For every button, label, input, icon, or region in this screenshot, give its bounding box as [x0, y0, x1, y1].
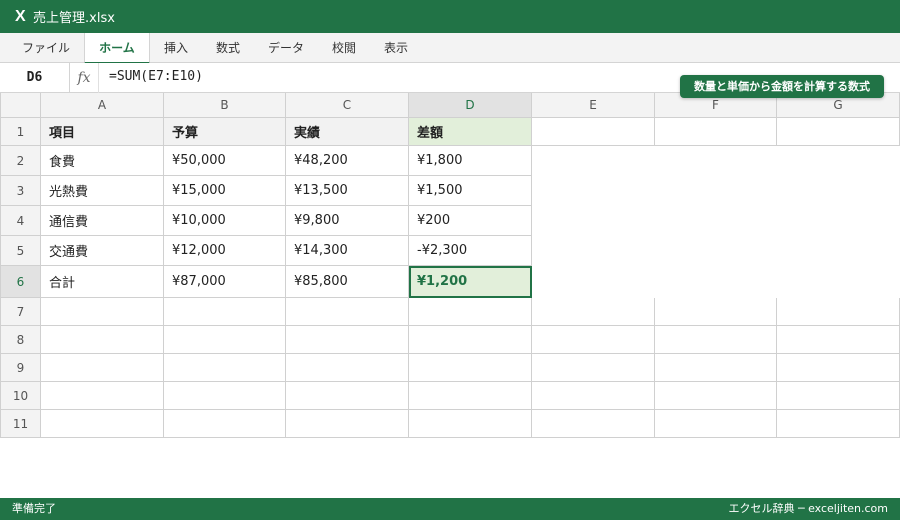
cell-a9[interactable]: [41, 354, 164, 382]
cell-c6[interactable]: ¥85,800: [286, 266, 409, 298]
cell-d4[interactable]: ¥200: [409, 206, 532, 236]
cell-e10[interactable]: [532, 382, 655, 410]
cell-c1[interactable]: 実績: [286, 118, 409, 146]
cell-f11[interactable]: [655, 410, 777, 438]
cell-c8[interactable]: [286, 326, 409, 354]
cell-a6[interactable]: 合計: [41, 266, 164, 298]
ribbon-tabs: ファイル ホーム 挿入 数式 データ 校閲 表示: [0, 33, 900, 64]
cell-a2[interactable]: 食費: [41, 146, 164, 176]
cell-a1[interactable]: 項目: [41, 118, 164, 146]
cell-a4[interactable]: 通信費: [41, 206, 164, 236]
cell-d3[interactable]: ¥1,500: [409, 176, 532, 206]
column-header-c[interactable]: C: [286, 93, 409, 118]
row-header-4[interactable]: 4: [0, 206, 41, 236]
name-box[interactable]: D6: [0, 63, 70, 93]
cell-b5[interactable]: ¥12,000: [164, 236, 286, 266]
row-header-9[interactable]: 9: [0, 354, 41, 382]
cell-d6-selected[interactable]: ¥1,200: [409, 266, 532, 298]
cell-g9[interactable]: [777, 354, 900, 382]
row-header-6[interactable]: 6: [0, 266, 41, 298]
cell-b4[interactable]: ¥10,000: [164, 206, 286, 236]
status-bar: 準備完了 エクセル辞典 ─ exceljiten.com: [0, 498, 900, 520]
cell-g7[interactable]: [777, 298, 900, 326]
cell-d10[interactable]: [409, 382, 532, 410]
column-header-b[interactable]: B: [164, 93, 286, 118]
cell-e1[interactable]: [532, 118, 655, 146]
cell-g10[interactable]: [777, 382, 900, 410]
cell-f9[interactable]: [655, 354, 777, 382]
cell-b8[interactable]: [164, 326, 286, 354]
cell-a10[interactable]: [41, 382, 164, 410]
cell-b1[interactable]: 予算: [164, 118, 286, 146]
cell-f1[interactable]: [655, 118, 777, 146]
row-header-2[interactable]: 2: [0, 146, 41, 176]
tab-formulas[interactable]: 数式: [202, 33, 254, 63]
cell-d1[interactable]: 差額: [409, 118, 532, 146]
cell-f7[interactable]: [655, 298, 777, 326]
cell-d8[interactable]: [409, 326, 532, 354]
row-header-7[interactable]: 7: [0, 298, 41, 326]
cell-a8[interactable]: [41, 326, 164, 354]
cell-d5[interactable]: -¥2,300: [409, 236, 532, 266]
status-ready: 準備完了: [12, 502, 56, 515]
cell-b10[interactable]: [164, 382, 286, 410]
cell-f10[interactable]: [655, 382, 777, 410]
cell-d11[interactable]: [409, 410, 532, 438]
cell-g8[interactable]: [777, 326, 900, 354]
cell-e8[interactable]: [532, 326, 655, 354]
tab-insert[interactable]: 挿入: [150, 33, 202, 63]
function-icon[interactable]: fx: [70, 63, 99, 93]
formula-input[interactable]: =SUM(E7:E10): [109, 63, 203, 93]
row-header-3[interactable]: 3: [0, 176, 41, 206]
cell-c5[interactable]: ¥14,300: [286, 236, 409, 266]
cell-c2[interactable]: ¥48,200: [286, 146, 409, 176]
cell-c11[interactable]: [286, 410, 409, 438]
select-all-corner[interactable]: [0, 93, 41, 118]
cell-b7[interactable]: [164, 298, 286, 326]
tab-view[interactable]: 表示: [370, 33, 422, 63]
row-header-10[interactable]: 10: [0, 382, 41, 410]
cell-a5[interactable]: 交通費: [41, 236, 164, 266]
cell-b2[interactable]: ¥50,000: [164, 146, 286, 176]
cell-b9[interactable]: [164, 354, 286, 382]
cell-c9[interactable]: [286, 354, 409, 382]
excel-logo-icon: X: [15, 7, 26, 25]
annotation-callout: 数量と単価から金額を計算する数式: [680, 75, 884, 98]
cell-c3[interactable]: ¥13,500: [286, 176, 409, 206]
row-header-8[interactable]: 8: [0, 326, 41, 354]
cell-b6[interactable]: ¥87,000: [164, 266, 286, 298]
tab-data[interactable]: データ: [254, 33, 318, 63]
cell-e7[interactable]: [532, 298, 655, 326]
column-header-d[interactable]: D: [409, 93, 532, 118]
column-header-e[interactable]: E: [532, 93, 655, 118]
window-title: 売上管理.xlsx: [33, 11, 115, 26]
cell-c4[interactable]: ¥9,800: [286, 206, 409, 236]
cell-g1[interactable]: [777, 118, 900, 146]
row-header-1[interactable]: 1: [0, 118, 41, 146]
title-bar: X 売上管理.xlsx: [0, 0, 900, 33]
cell-d2[interactable]: ¥1,800: [409, 146, 532, 176]
tab-home[interactable]: ホーム: [84, 33, 150, 64]
status-credit: エクセル辞典 ─ exceljiten.com: [728, 502, 888, 515]
cell-c7[interactable]: [286, 298, 409, 326]
cell-d7[interactable]: [409, 298, 532, 326]
cell-c10[interactable]: [286, 382, 409, 410]
cell-d9[interactable]: [409, 354, 532, 382]
cell-a11[interactable]: [41, 410, 164, 438]
tab-review[interactable]: 校閲: [318, 33, 370, 63]
column-header-a[interactable]: A: [41, 93, 164, 118]
cell-a7[interactable]: [41, 298, 164, 326]
cell-b11[interactable]: [164, 410, 286, 438]
cell-g11[interactable]: [777, 410, 900, 438]
cell-b3[interactable]: ¥15,000: [164, 176, 286, 206]
cell-f8[interactable]: [655, 326, 777, 354]
cell-e9[interactable]: [532, 354, 655, 382]
tab-file[interactable]: ファイル: [8, 33, 84, 63]
row-header-11[interactable]: 11: [0, 410, 41, 438]
row-header-5[interactable]: 5: [0, 236, 41, 266]
cell-a3[interactable]: 光熱費: [41, 176, 164, 206]
cell-e11[interactable]: [532, 410, 655, 438]
